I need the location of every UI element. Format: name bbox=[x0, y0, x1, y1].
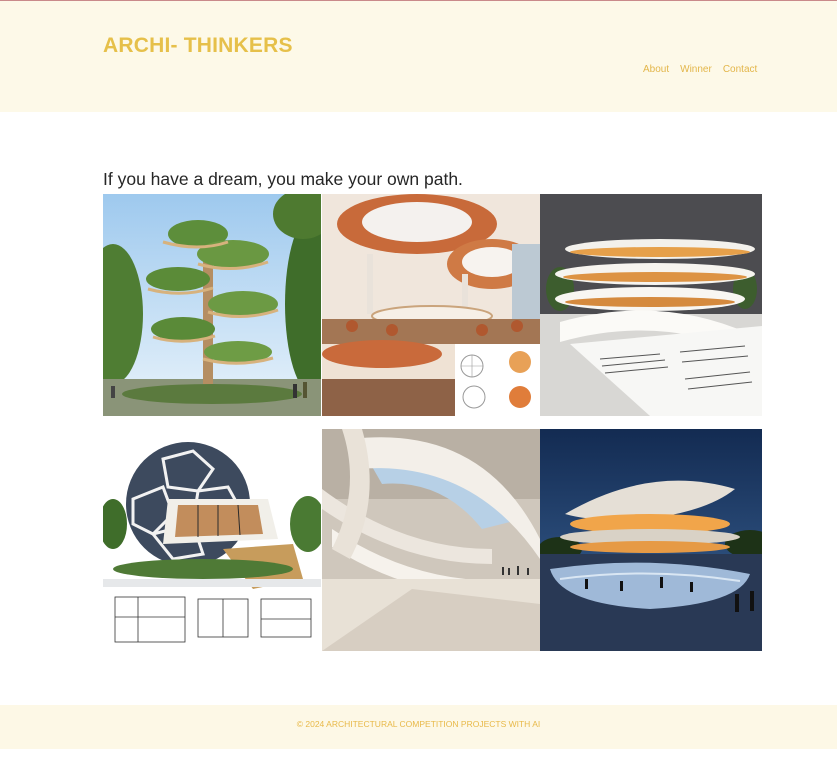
site-logo[interactable]: ARCHI- THINKERS bbox=[103, 34, 293, 58]
image-gallery bbox=[103, 194, 762, 651]
gallery-image-restaurant-interior[interactable] bbox=[322, 194, 540, 416]
gallery-image-curved-building-model[interactable] bbox=[540, 194, 762, 416]
site-footer: © 2024 ARCHITECTURAL COMPETITION PROJECT… bbox=[0, 705, 837, 749]
gallery-image-night-plaza[interactable] bbox=[540, 429, 762, 651]
main-nav: About Winner Contact bbox=[643, 64, 757, 75]
nav-winner-link[interactable]: Winner bbox=[680, 64, 712, 75]
gallery-image-geodesic-dome-house[interactable] bbox=[103, 429, 321, 651]
footer-copyright: © 2024 ARCHITECTURAL COMPETITION PROJECT… bbox=[296, 719, 541, 729]
nav-about-link[interactable]: About bbox=[643, 64, 669, 75]
gallery-image-tree-tower[interactable] bbox=[103, 194, 321, 416]
page-tagline: If you have a dream, you make your own p… bbox=[103, 169, 463, 189]
site-header: ARCHI- THINKERS About Winner Contact bbox=[0, 1, 837, 112]
gallery-image-curved-atrium[interactable] bbox=[322, 429, 540, 651]
nav-contact-link[interactable]: Contact bbox=[723, 64, 757, 75]
